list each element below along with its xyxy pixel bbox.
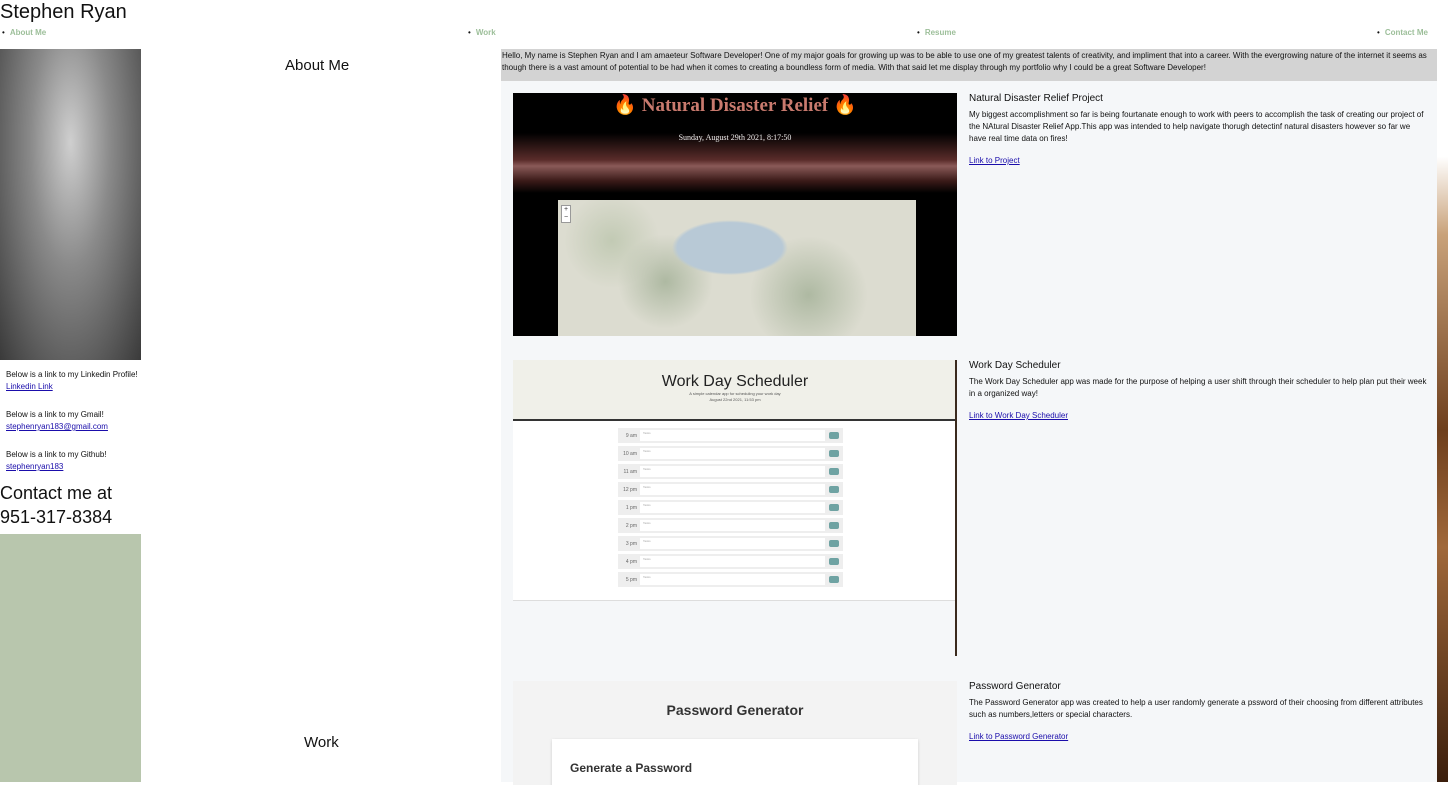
contact-line-1: Contact me at (0, 483, 113, 503)
task-field: Tasks (640, 484, 825, 495)
task-field: Tasks (640, 556, 825, 567)
github-block: Below is a link to my Github! stephenrya… (6, 449, 141, 473)
project-info: Work Day Scheduler The Work Day Schedule… (969, 360, 1429, 422)
linkedin-text: Below is a link to my Linkedin Profile! (6, 370, 138, 379)
task-field: Tasks (640, 430, 825, 441)
save-icon (829, 504, 839, 511)
project-link[interactable]: Link to Project (969, 156, 1020, 165)
task-field: Tasks (640, 502, 825, 513)
time-block: 1 pm Tasks (618, 500, 843, 515)
nav-work[interactable]: Work (468, 28, 496, 37)
project-screenshot[interactable]: Work Day Scheduler A simple calendar app… (513, 360, 957, 601)
save-icon (829, 540, 839, 547)
scheduler-header: Work Day Scheduler A simple calendar app… (513, 360, 957, 421)
project-info: Password Generator The Password Generato… (969, 681, 1429, 743)
time-block: 2 pm Tasks (618, 518, 843, 533)
generator-card: Generate a Password (552, 739, 918, 785)
nav-resume[interactable]: Resume (917, 28, 956, 37)
time-block: 5 pm Tasks (618, 572, 843, 587)
time-block: 4 pm Tasks (618, 554, 843, 569)
project-description: The Password Generator app was created t… (969, 698, 1423, 719)
save-icon (829, 558, 839, 565)
project-description: The Work Day Scheduler app was made for … (969, 377, 1427, 398)
work-area: 🔥 Natural Disaster Relief 🔥 Sunday, Augu… (501, 81, 1437, 785)
save-icon (829, 576, 839, 583)
project-link[interactable]: Link to Password Generator (969, 732, 1068, 741)
hour-label: 3 pm (625, 540, 637, 547)
contact-links: Below is a link to my Linkedin Profile! … (0, 360, 141, 473)
hour-label: 2 pm (625, 522, 637, 529)
work-heading: Work (304, 734, 339, 751)
project-link[interactable]: Link to Work Day Scheduler (969, 411, 1068, 420)
project-info: Natural Disaster Relief Project My bigge… (969, 93, 1429, 167)
task-field: Tasks (640, 448, 825, 459)
screenshot-title: Work Day Scheduler (661, 373, 809, 390)
save-icon (829, 522, 839, 529)
project-title: Work Day Scheduler (969, 360, 1061, 371)
github-link[interactable]: stephenryan183 (6, 462, 63, 471)
hour-label: 4 pm (625, 558, 637, 565)
contact-phone: Contact me at 951-317-8384 (0, 481, 141, 529)
screenshot-date: Sunday, August 29th 2021, 8:17:50 (678, 133, 792, 142)
background-edge (1437, 0, 1448, 782)
linkedin-block: Below is a link to my Linkedin Profile! … (6, 369, 141, 393)
site-title: Stephen Ryan (0, 1, 127, 23)
gmail-text: Below is a link to my Gmail! (6, 410, 104, 419)
time-block: 10 am Tasks (618, 446, 843, 461)
scheduler-rows: 9 am Tasks 10 am Tasks 11 am Tasks 12 pm Tas… (618, 428, 843, 590)
task-field: Tasks (640, 520, 825, 531)
header-band (513, 133, 957, 193)
card-title: Generate a Password (570, 761, 693, 775)
profile-photo (0, 49, 141, 360)
screenshot-date: August 22nd 2021, 11:53 pm (709, 397, 761, 402)
map-image: + − (558, 200, 916, 336)
main-nav: About Me Work Resume Contact Me (0, 28, 1448, 40)
hour-label: 10 am (623, 450, 637, 457)
sidebar-green-panel (0, 534, 141, 782)
project-title: Natural Disaster Relief Project (969, 93, 1103, 104)
nav-about-me[interactable]: About Me (2, 28, 46, 37)
task-field: Tasks (640, 574, 825, 585)
screenshot-title: 🔥 Natural Disaster Relief 🔥 (613, 95, 857, 116)
about-heading: About Me (285, 57, 350, 74)
hour-label: 12 pm (623, 486, 637, 493)
time-block: 9 am Tasks (618, 428, 843, 443)
intro-text: Hello, My name is Stephen Ryan and I am … (501, 49, 1437, 81)
gmail-block: Below is a link to my Gmail! stephenryan… (6, 409, 141, 433)
hour-label: 5 pm (625, 576, 637, 583)
gmail-link[interactable]: stephenryan183@gmail.com (6, 422, 108, 431)
linkedin-link[interactable]: Linkedin Link (6, 382, 53, 391)
save-icon (829, 486, 839, 493)
time-block: 3 pm Tasks (618, 536, 843, 551)
nav-contact-me[interactable]: Contact Me (1377, 28, 1428, 37)
sidebar: Below is a link to my Linkedin Profile! … (0, 49, 141, 782)
hour-label: 11 am (623, 468, 637, 475)
hour-label: 1 pm (625, 504, 637, 511)
zoom-control-icon: + − (561, 205, 571, 223)
save-icon (829, 450, 839, 457)
save-icon (829, 468, 839, 475)
task-field: Tasks (640, 538, 825, 549)
project-screenshot[interactable]: Password Generator Generate a Password (513, 681, 957, 785)
screenshot-title: Password Generator (666, 702, 804, 718)
save-icon (829, 432, 839, 439)
time-block: 11 am Tasks (618, 464, 843, 479)
project-description: My biggest accomplishment so far is bein… (969, 110, 1424, 143)
task-field: Tasks (640, 466, 825, 477)
divider (955, 360, 957, 656)
project-screenshot[interactable]: 🔥 Natural Disaster Relief 🔥 Sunday, Augu… (513, 93, 957, 336)
contact-line-2: 951-317-8384 (0, 507, 113, 527)
project-title: Password Generator (969, 681, 1061, 692)
time-block: 12 pm Tasks (618, 482, 843, 497)
hour-label: 9 am (625, 432, 637, 439)
github-text: Below is a link to my Github! (6, 450, 107, 459)
